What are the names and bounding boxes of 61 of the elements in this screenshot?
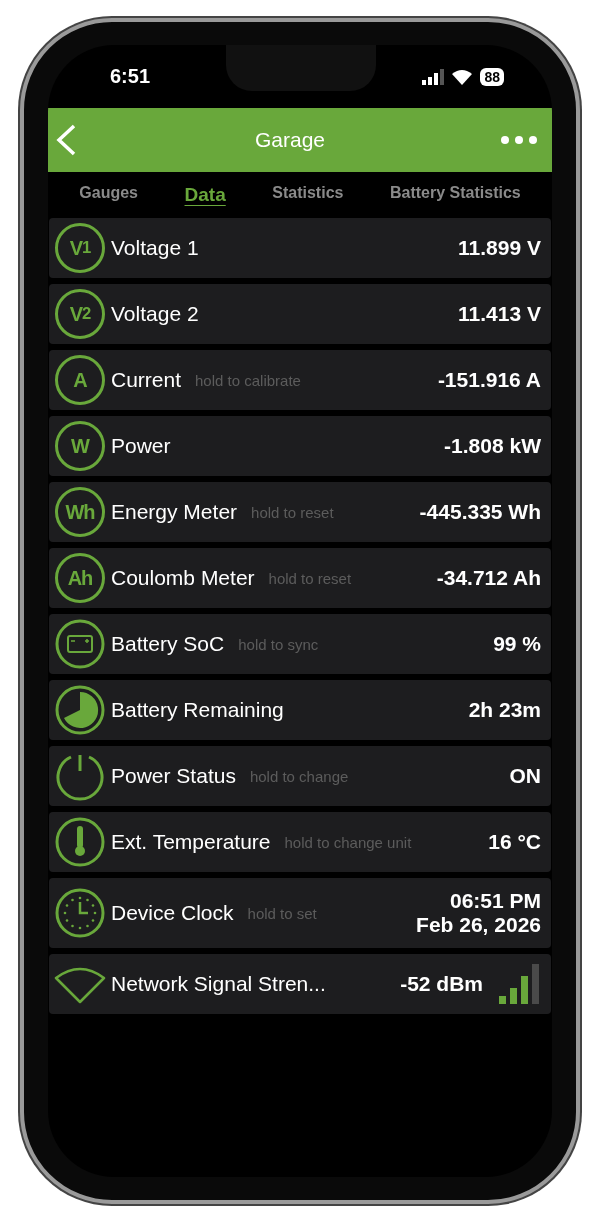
row-hint: hold to change unit	[284, 833, 412, 851]
data-row[interactable]: Device Clock hold to set 06:51 PM Feb 26, 2026	[49, 878, 551, 948]
row-hint: hold to calibrate	[195, 371, 301, 389]
row-label: Device Clock	[111, 901, 234, 925]
row-hint: hold to change	[249, 767, 349, 785]
row-label: Power	[111, 434, 171, 458]
tab[interactable]: Data	[184, 184, 226, 206]
row-value: 11.899 V	[458, 236, 541, 260]
row-value: 2h 23m	[468, 698, 541, 722]
screen-title: Garage	[254, 128, 325, 152]
row-value: ON	[509, 764, 541, 788]
row-value: 06:51 PM	[449, 889, 541, 913]
data-row[interactable]: Power Status hold to change ON	[49, 746, 551, 806]
tab[interactable]: Gauges	[79, 184, 138, 206]
data-row[interactable]: Wh Energy Meter hold to reset -445.335 Wh	[49, 482, 551, 542]
row-hint: hold to set	[247, 904, 317, 922]
more-icon[interactable]	[500, 135, 538, 145]
data-row[interactable]: Network Signal Stren... -52 dBm	[49, 954, 551, 1014]
pie-chart-icon	[55, 685, 105, 735]
battery-level: 88	[480, 67, 504, 86]
data-row[interactable]: A Current hold to calibrate -151.916 A	[49, 350, 551, 410]
row-label: Voltage 2	[111, 302, 199, 326]
row-label: Battery Remaining	[111, 698, 284, 722]
row-label: Ext. Temperature	[111, 830, 271, 854]
letter-icon: Ah	[55, 553, 105, 603]
row-value: -52 dBm	[400, 972, 483, 996]
row-label: Voltage 1	[111, 236, 199, 260]
cellular-signal-icon	[422, 68, 445, 85]
data-row[interactable]: Ah Coulomb Meter hold to reset -34.712 Ah	[49, 548, 551, 608]
row-value: Feb 26, 2026	[416, 913, 541, 937]
row-value: -34.712 Ah	[436, 566, 541, 590]
row-value: 11.413 V	[458, 302, 541, 326]
row-hint: hold to sync	[238, 635, 319, 653]
row-value: -151.916 A	[437, 368, 541, 392]
tab[interactable]: Battery Statistics	[390, 184, 521, 206]
row-label: Current	[111, 368, 182, 392]
data-row[interactable]: Battery Remaining 2h 23m	[49, 680, 551, 740]
row-label: Coulomb Meter	[111, 566, 255, 590]
row-value: 99 %	[493, 632, 541, 656]
row-value: 16 °C	[488, 830, 541, 854]
thermometer-icon	[55, 817, 105, 867]
data-row[interactable]: W Power -1.808 kW	[49, 416, 551, 476]
row-label: Energy Meter	[111, 500, 238, 524]
row-label: Power Status	[111, 764, 236, 788]
letter-icon: A	[55, 355, 105, 405]
row-label: Battery SoC	[111, 632, 225, 656]
status-time: 6:51	[110, 65, 151, 88]
letter-icon: W	[55, 421, 105, 471]
tab[interactable]: Statistics	[272, 184, 344, 206]
data-row[interactable]: Ext. Temperature hold to change unit 16 °C	[49, 812, 551, 872]
row-value: -1.808 kW	[444, 434, 541, 458]
wifi-status-icon	[452, 68, 473, 85]
row-hint: hold to reset	[251, 503, 334, 521]
row-hint: hold to reset	[268, 569, 352, 587]
row-label: Network Signal Stren...	[111, 972, 326, 996]
battery-icon	[55, 619, 105, 669]
data-row[interactable]: Battery SoC hold to sync 99 %	[49, 614, 551, 674]
letter-icon: Wh	[55, 487, 105, 537]
row-value: -445.335 Wh	[419, 500, 541, 524]
signal-bars-icon	[499, 964, 541, 1004]
clock-icon	[55, 888, 105, 938]
